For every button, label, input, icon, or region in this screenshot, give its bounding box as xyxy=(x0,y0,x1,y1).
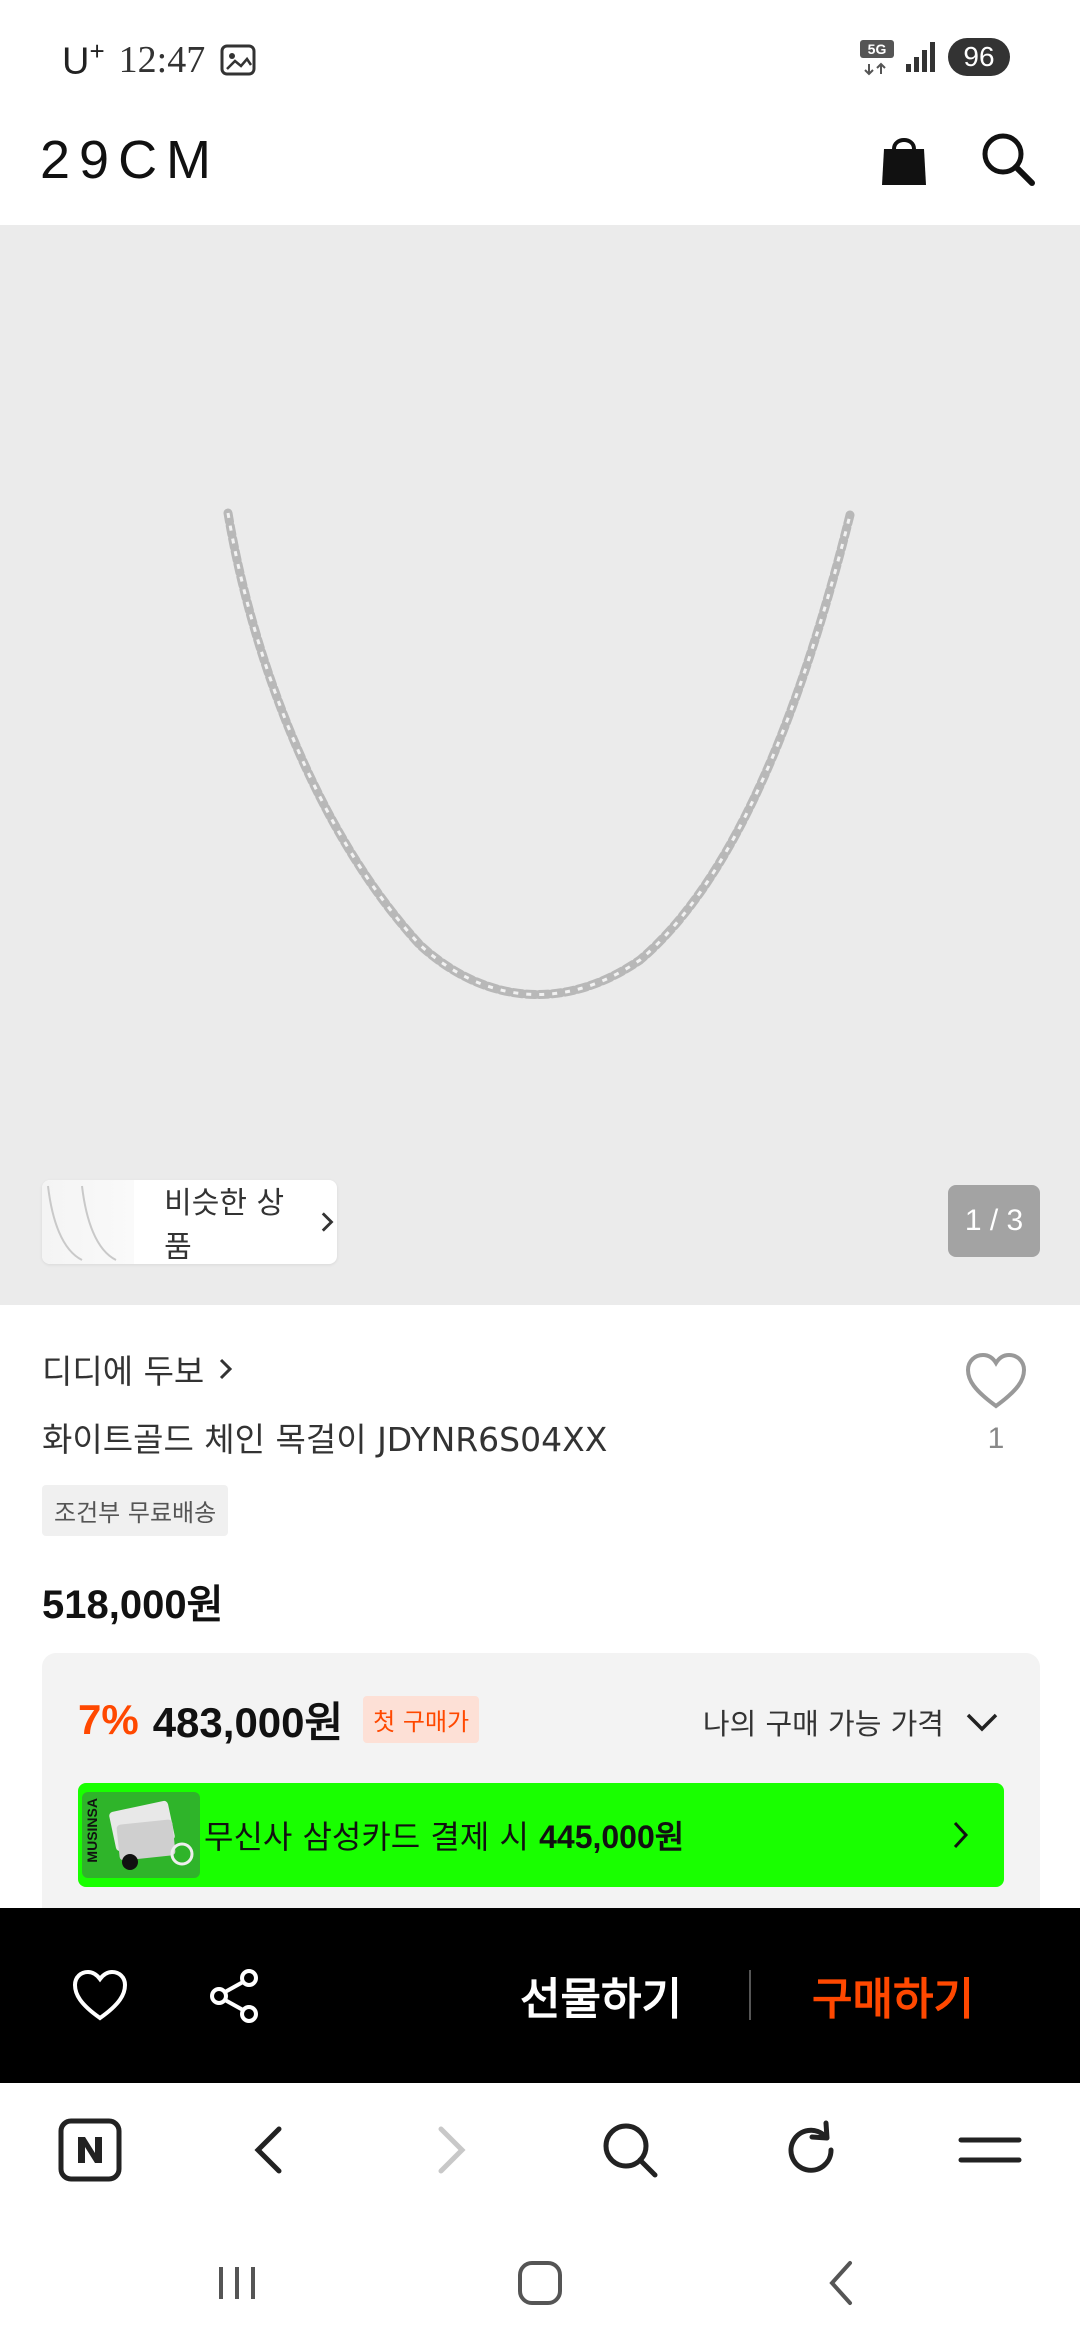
discount-rate: 7% xyxy=(78,1695,139,1743)
purchase-action-bar: 선물하기 구매하기 xyxy=(0,1908,1080,2083)
discount-panel: 7% 483,000원 첫 구매가 나의 구매 가능 가격 MUSINSA 무신… xyxy=(42,1653,1040,1908)
carrier-label: U+ xyxy=(62,36,105,83)
svg-text:5G: 5G xyxy=(868,41,887,57)
card-promo-banner[interactable]: MUSINSA 무신사 삼성카드 결제 시 445,000원 xyxy=(78,1783,1004,1887)
back-icon[interactable] xyxy=(812,2253,872,2313)
similar-product-thumbnail xyxy=(42,1180,135,1264)
browser-toolbar xyxy=(0,2083,1080,2213)
my-price-label: 나의 구매 가능 가격 xyxy=(702,1707,944,1741)
first-purchase-badge: 첫 구매가 xyxy=(363,1696,480,1743)
card-promo-text: 무신사 삼성카드 결제 시 445,000원 xyxy=(204,1818,685,1856)
product-image-carousel[interactable]: 비슷한 상품 1 / 3 xyxy=(0,225,1080,1305)
app-header: 29CM xyxy=(0,115,1080,225)
forward-icon[interactable] xyxy=(415,2115,485,2185)
buy-button[interactable]: 구매하기 xyxy=(812,1963,974,2027)
like-count: 1 xyxy=(987,1422,1005,1455)
network-5g-icon: 5G xyxy=(860,40,894,76)
shipping-badge: 조건부 무료배송 xyxy=(42,1485,229,1536)
chevron-down-icon xyxy=(966,1713,998,1732)
refresh-icon[interactable] xyxy=(776,2115,846,2185)
signal-icon xyxy=(906,42,935,72)
chevron-right-icon xyxy=(220,1358,233,1380)
share-icon[interactable] xyxy=(205,1966,265,2026)
brand-name: 디디에 두보 xyxy=(42,1352,205,1391)
similar-products-label: 비슷한 상품 xyxy=(164,1186,285,1265)
image-pager-indicator: 1 / 3 xyxy=(948,1185,1040,1257)
recents-icon[interactable] xyxy=(207,2253,267,2313)
clock: 12:47 xyxy=(118,38,206,81)
system-nav-bar xyxy=(0,2213,1080,2340)
original-price: 518,000원 xyxy=(42,1583,224,1627)
discount-price: 483,000원 xyxy=(152,1699,344,1746)
heart-icon[interactable] xyxy=(70,1966,130,2026)
gift-button[interactable]: 선물하기 xyxy=(520,1963,682,2027)
status-bar: U+ 12:47 5G 96 xyxy=(0,0,1080,115)
screenshot-icon xyxy=(220,44,256,76)
chevron-right-icon xyxy=(953,1821,969,1849)
app-logo[interactable]: 29CM xyxy=(40,129,220,191)
menu-icon[interactable] xyxy=(955,2115,1025,2185)
like-button[interactable]: 1 xyxy=(956,1352,1036,1456)
home-icon[interactable] xyxy=(510,2253,570,2313)
battery-indicator: 96 xyxy=(948,38,1010,76)
bag-icon[interactable] xyxy=(872,127,936,191)
product-name: 화이트골드 체인 목걸이 JDYNR6S04XX xyxy=(42,1420,608,1459)
card-promo-image: MUSINSA xyxy=(82,1792,200,1878)
status-right: 5G 96 xyxy=(860,38,1010,76)
search-icon[interactable] xyxy=(976,127,1040,191)
back-icon[interactable] xyxy=(235,2115,305,2185)
my-price-toggle[interactable]: 나의 구매 가능 가격 xyxy=(703,1701,1000,1743)
heart-icon xyxy=(965,1352,1027,1409)
chevron-right-icon xyxy=(321,1212,334,1232)
search-icon[interactable] xyxy=(595,2115,665,2185)
discount-row: 7% 483,000원 첫 구매가 xyxy=(78,1689,480,1750)
brand-link[interactable]: 디디에 두보 xyxy=(42,1345,236,1393)
necklace-image xyxy=(223,508,855,999)
similar-products-button[interactable]: 비슷한 상품 xyxy=(42,1180,337,1265)
status-left: U+ 12:47 xyxy=(62,36,257,84)
naver-n-icon[interactable] xyxy=(55,2115,125,2185)
action-divider xyxy=(749,1970,751,2020)
